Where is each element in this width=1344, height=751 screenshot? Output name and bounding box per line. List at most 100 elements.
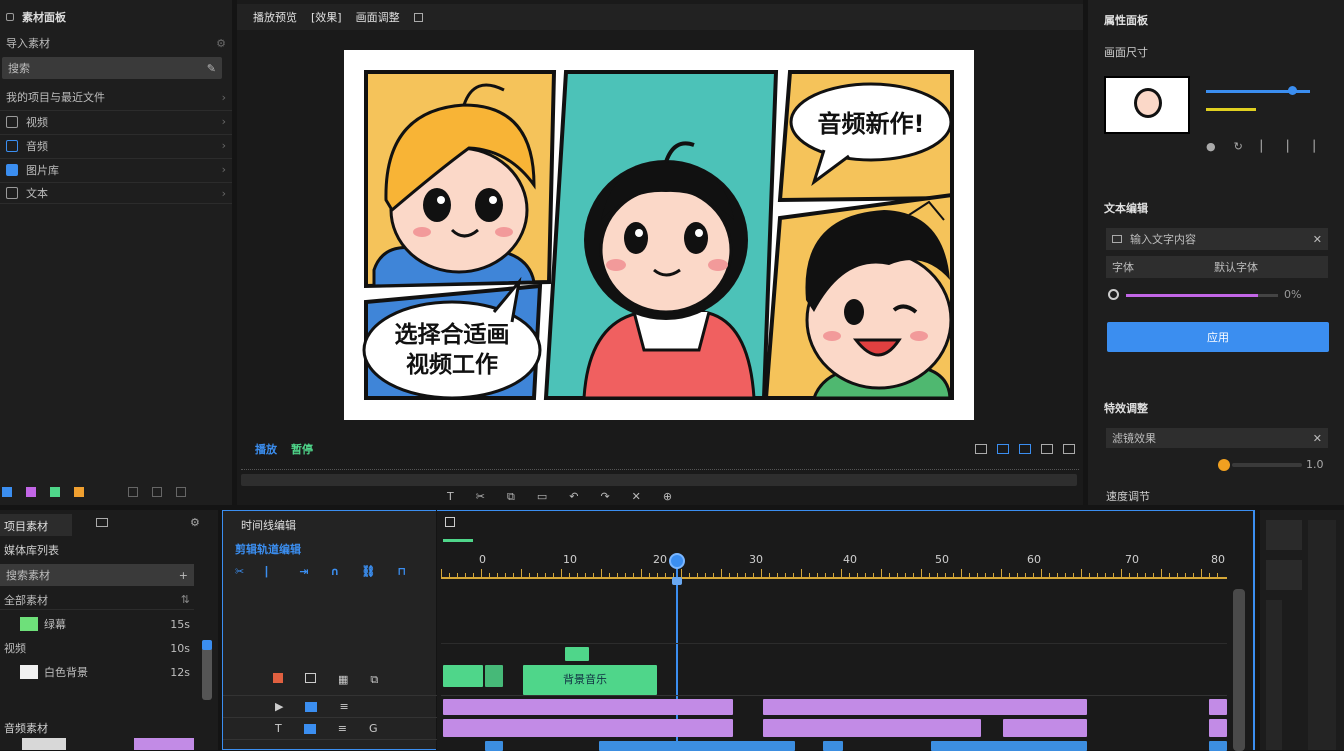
tab-effect[interactable]: [效果] — [311, 9, 342, 25]
record-icon[interactable] — [273, 673, 283, 683]
align-icon[interactable]: ▏ — [1261, 140, 1269, 153]
box-icon[interactable] — [128, 487, 138, 497]
clip[interactable] — [443, 699, 733, 715]
sidebar-item-audio[interactable]: 音频 › — [0, 134, 232, 156]
expand-icon[interactable] — [176, 487, 186, 497]
clip[interactable] — [443, 665, 483, 687]
clip[interactable] — [565, 647, 589, 661]
search-row[interactable]: 搜索 ✎ — [2, 57, 222, 79]
palette-icon[interactable] — [26, 487, 36, 497]
crop-icon[interactable] — [997, 444, 1009, 454]
tab-adjust[interactable]: 画面调整 — [356, 9, 400, 25]
media-item[interactable]: 白色背景 12s — [0, 662, 194, 682]
magnet-icon[interactable]: ∩ — [330, 565, 339, 579]
record-icon[interactable]: ● — [1206, 140, 1216, 153]
preview-canvas[interactable]: 音频新作! 选择合适画 视频工作 — [344, 50, 974, 420]
fullscreen-icon[interactable] — [1019, 444, 1031, 454]
apply-button[interactable]: 应用 — [1107, 322, 1329, 352]
speed-slider-row[interactable]: 1.0 — [1218, 458, 1328, 472]
align-icon[interactable]: ▏ — [1314, 140, 1322, 153]
tools-icon[interactable]: ✕ — [1313, 233, 1322, 246]
timeline-scrollbar[interactable] — [1233, 589, 1245, 751]
eye-icon[interactable]: ≡ — [339, 700, 348, 713]
window-icon[interactable] — [413, 12, 423, 22]
monitor-icon[interactable] — [975, 444, 987, 454]
track-row[interactable]: T ≡ G — [223, 717, 437, 739]
font-select[interactable]: 字体 默认字体 — [1106, 256, 1328, 278]
scrub-bar[interactable] — [241, 474, 1077, 486]
sort-icon[interactable]: ⇅ — [181, 593, 190, 606]
zoom-icon[interactable]: ⊕ — [663, 490, 672, 504]
clip[interactable] — [763, 719, 981, 737]
sidebar-item-text[interactable]: 文本 › — [0, 182, 232, 204]
snap-icon[interactable]: ⊓ — [397, 565, 406, 579]
timeline-panel[interactable]: 0 10 20 30 40 50 60 70 80 背景音乐 — [437, 510, 1255, 751]
playhead-handle[interactable] — [669, 553, 685, 569]
clip[interactable] — [1209, 699, 1227, 715]
media-item[interactable]: 绿幕 15s — [0, 614, 194, 634]
edit-icon[interactable]: ✎ — [207, 62, 216, 75]
mute-icon[interactable]: G — [369, 722, 378, 735]
grid-icon[interactable]: ▦ — [338, 673, 348, 687]
effect-select[interactable]: 滤镜效果 ✕ — [1106, 428, 1328, 448]
folder-icon[interactable] — [96, 518, 108, 527]
clip[interactable] — [485, 665, 503, 687]
text-slider-row[interactable]: 0% — [1108, 288, 1330, 302]
text-input[interactable]: 输入文字内容 ✕ — [1106, 228, 1328, 250]
split-icon[interactable]: ⎸ — [266, 565, 277, 579]
track-row[interactable] — [223, 739, 437, 751]
align-icon[interactable]: ▏ — [1287, 140, 1295, 153]
all-media-row[interactable]: 全部素材 ⇅ — [0, 590, 194, 610]
sidebar-item-video[interactable]: 视频 › — [0, 110, 232, 132]
size-slider-thumb[interactable] — [1288, 86, 1297, 95]
marker-icon[interactable] — [74, 487, 84, 497]
clip-bgm[interactable]: 背景音乐 — [523, 665, 657, 695]
clip[interactable] — [443, 719, 733, 737]
monitor-icon[interactable] — [305, 673, 316, 683]
redo-icon[interactable]: ↷ — [600, 490, 609, 504]
copy-icon[interactable]: ⧉ — [507, 490, 515, 504]
project-tab[interactable]: 项目素材 — [0, 514, 72, 536]
video-track-icon[interactable]: ▶ — [275, 700, 283, 713]
tools-icon[interactable]: ✕ — [1313, 432, 1322, 445]
media-item[interactable]: 视频 10s — [0, 638, 194, 658]
ripple-icon[interactable]: ⇥ — [299, 565, 308, 579]
add-icon[interactable]: + — [179, 569, 188, 582]
lock-icon[interactable] — [303, 723, 316, 734]
clip[interactable] — [1003, 719, 1087, 737]
text-track-icon[interactable]: T — [275, 722, 282, 735]
split-icon[interactable]: ✂ — [476, 490, 485, 504]
timeline-ruler[interactable]: 0 10 20 30 40 50 60 70 80 — [441, 551, 1227, 581]
fit-icon[interactable] — [1063, 444, 1075, 454]
recent-section[interactable]: 我的项目与最近文件 › — [0, 86, 232, 108]
loop-icon[interactable] — [1041, 444, 1053, 454]
delete-icon[interactable]: ✕ — [632, 490, 641, 504]
lock-icon[interactable] — [305, 701, 318, 712]
pause-status[interactable]: 暂停 — [291, 441, 313, 457]
clip[interactable] — [763, 699, 1087, 715]
thumbnail[interactable] — [1104, 76, 1190, 134]
opacity-slider[interactable] — [1206, 108, 1256, 111]
link-icon[interactable]: ⛓ — [361, 565, 375, 579]
import-row[interactable]: 导入素材 ⚙ — [0, 32, 232, 54]
eye-icon[interactable]: ≡ — [338, 722, 347, 735]
sidebar-item-images[interactable]: 图片库 › — [0, 158, 232, 180]
clip[interactable] — [1209, 719, 1227, 737]
scrub-ruler[interactable] — [241, 462, 1079, 470]
box-icon[interactable] — [152, 487, 162, 497]
media-search[interactable]: 搜索素材 + — [0, 564, 194, 586]
sequence-icon[interactable] — [445, 517, 455, 527]
rotate-icon[interactable]: ↻ — [1234, 140, 1243, 153]
undo-icon[interactable]: ↶ — [569, 490, 578, 504]
text-tool-icon[interactable]: T — [447, 490, 454, 504]
settings-icon[interactable]: ⚙ — [190, 516, 200, 529]
tab-preview[interactable]: 播放预览 — [253, 9, 297, 25]
color-icon[interactable] — [2, 487, 12, 497]
flag-icon[interactable] — [50, 487, 60, 497]
layers-icon[interactable]: ⧉ — [370, 673, 378, 687]
cut-icon[interactable]: ✂ — [235, 565, 244, 579]
track-row[interactable]: ▶ ≡ — [223, 695, 437, 717]
film-strip-icon[interactable]: ▭ — [537, 490, 547, 504]
play-status[interactable]: 播放 — [255, 441, 277, 457]
media-scrollbar-top[interactable] — [202, 640, 212, 650]
